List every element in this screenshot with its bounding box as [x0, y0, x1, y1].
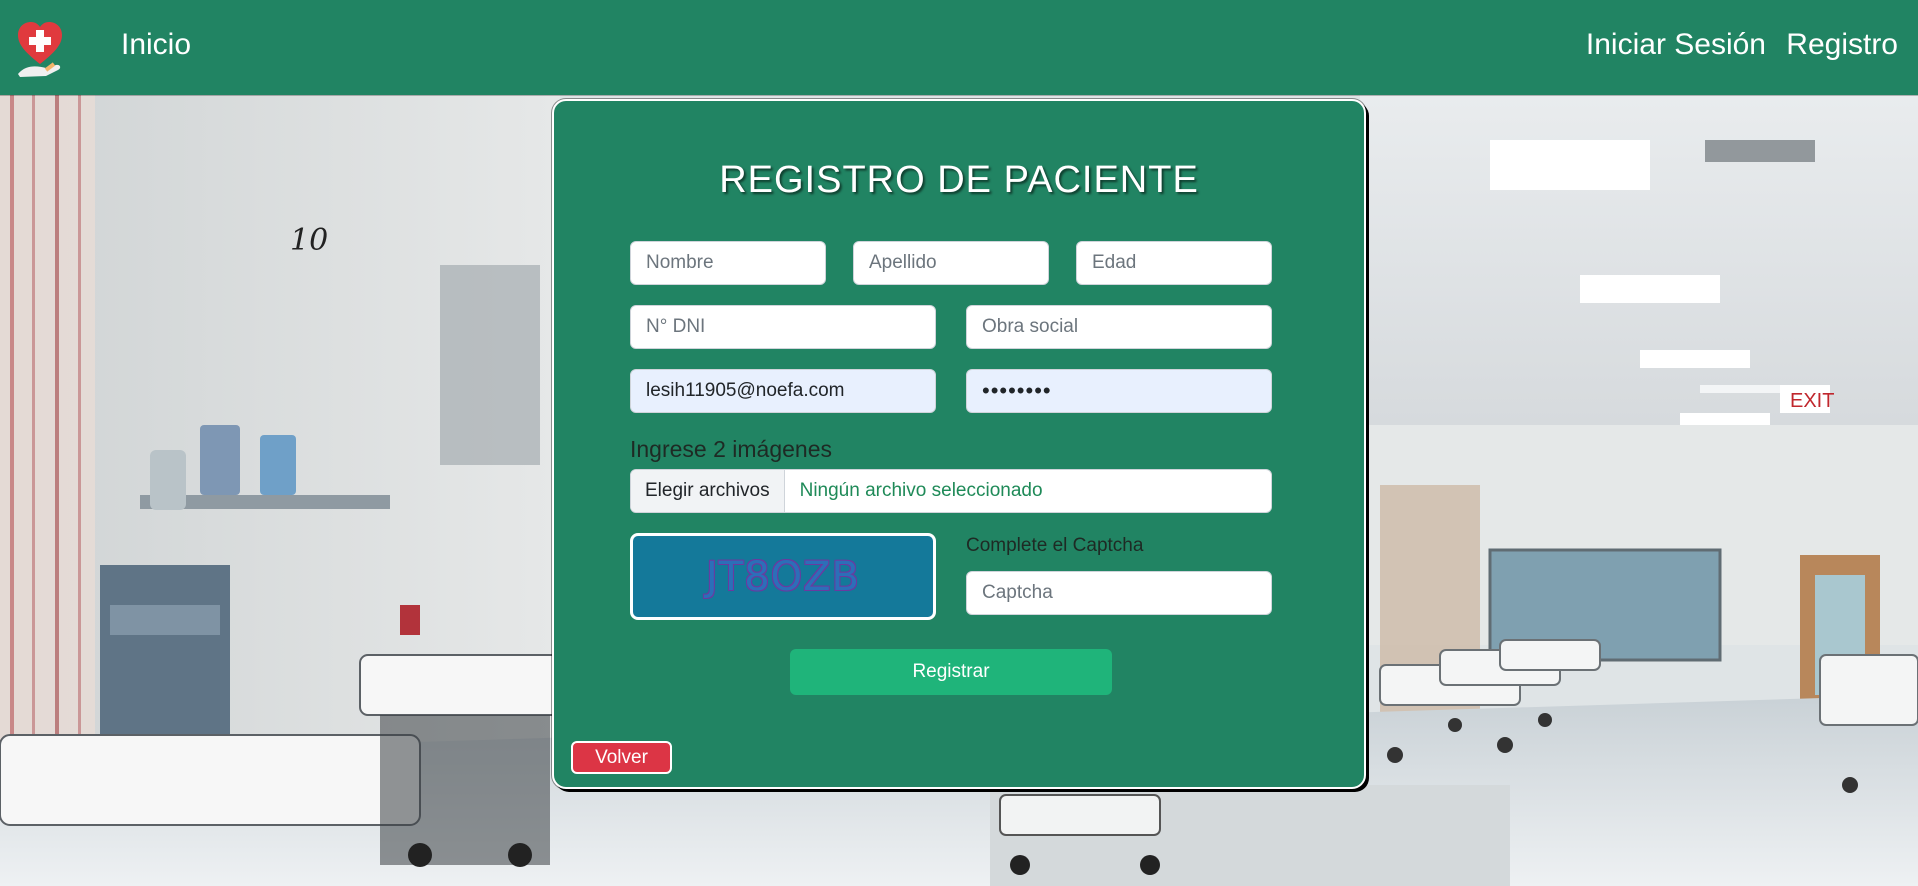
captcha-label: Complete el Captcha [966, 535, 1144, 556]
patient-registration-form: REGISTRO DE PACIENTE Ingrese 2 imágenes … [552, 99, 1366, 789]
svg-text:EXIT: EXIT [1790, 390, 1834, 412]
logo-heart-cross-icon[interactable] [16, 20, 64, 78]
nav-register-link[interactable]: Registro [1786, 28, 1898, 62]
file-picker[interactable]: Elegir archivos Ningún archivo seleccion… [630, 469, 1272, 513]
svg-text:10: 10 [290, 223, 328, 258]
nav-home-link[interactable]: Inicio [121, 28, 191, 62]
edad-input[interactable] [1076, 241, 1272, 285]
email-input[interactable] [630, 369, 936, 413]
captcha-input[interactable] [966, 571, 1272, 615]
images-label: Ingrese 2 imágenes [630, 436, 833, 462]
form-title: REGISTRO DE PACIENTE [719, 159, 1199, 201]
dni-input[interactable] [630, 305, 936, 349]
nav-login-link[interactable]: Iniciar Sesión [1586, 28, 1766, 62]
back-button[interactable]: Volver [571, 741, 672, 774]
apellido-input[interactable] [853, 241, 1049, 285]
obra-social-input[interactable] [966, 305, 1272, 349]
captcha-code: JT8OZB [705, 553, 860, 600]
nombre-input[interactable] [630, 241, 826, 285]
password-input[interactable] [966, 369, 1272, 413]
choose-files-button[interactable]: Elegir archivos [631, 470, 785, 512]
captcha-image: JT8OZB [630, 533, 936, 620]
top-navbar: Inicio Iniciar Sesión Registro [0, 0, 1918, 95]
register-submit-button[interactable]: Registrar [790, 649, 1112, 695]
file-status-text: Ningún archivo seleccionado [799, 480, 1043, 501]
